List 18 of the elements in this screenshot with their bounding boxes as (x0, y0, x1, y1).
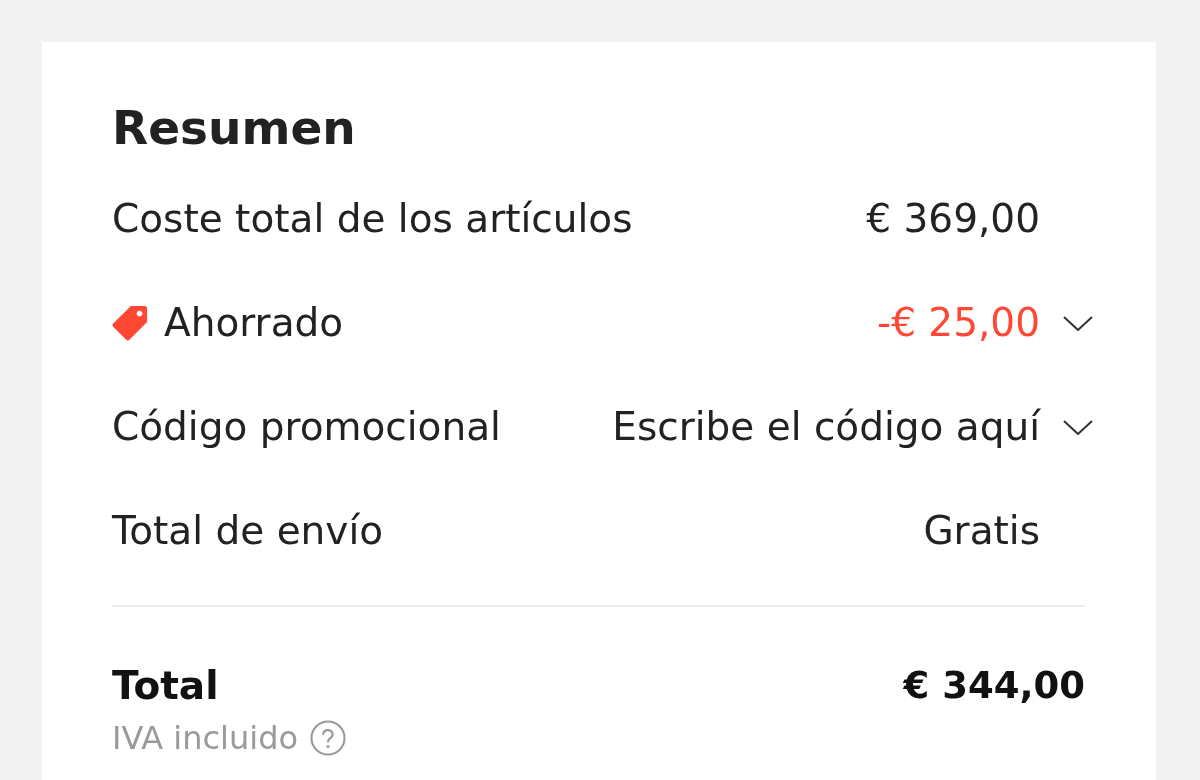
row-label: Código promocional (112, 402, 501, 451)
discount-amount: -€ 25,00 (877, 298, 1040, 347)
row-label: Coste total de los artículos (112, 194, 633, 243)
row-label: Ahorrado (164, 298, 344, 347)
expand-toggle[interactable] (1063, 315, 1093, 331)
total-label: Total (112, 661, 219, 710)
price-tag-icon (112, 305, 148, 341)
row-value: Gratis (923, 506, 1040, 555)
summary-title: Resumen (112, 100, 356, 156)
tax-note: IVA incluido (112, 718, 299, 759)
help-icon[interactable] (310, 720, 347, 756)
promo-code-link[interactable]: Escribe el código aquí (612, 397, 1040, 457)
row-label: Total de envío (112, 506, 384, 555)
expand-toggle[interactable] (1063, 419, 1093, 435)
total-amount: € 344,00 (903, 663, 1085, 710)
chevron-down-icon (1063, 315, 1093, 331)
row-value: € 369,00 (866, 194, 1040, 243)
chevron-down-icon (1063, 419, 1093, 435)
